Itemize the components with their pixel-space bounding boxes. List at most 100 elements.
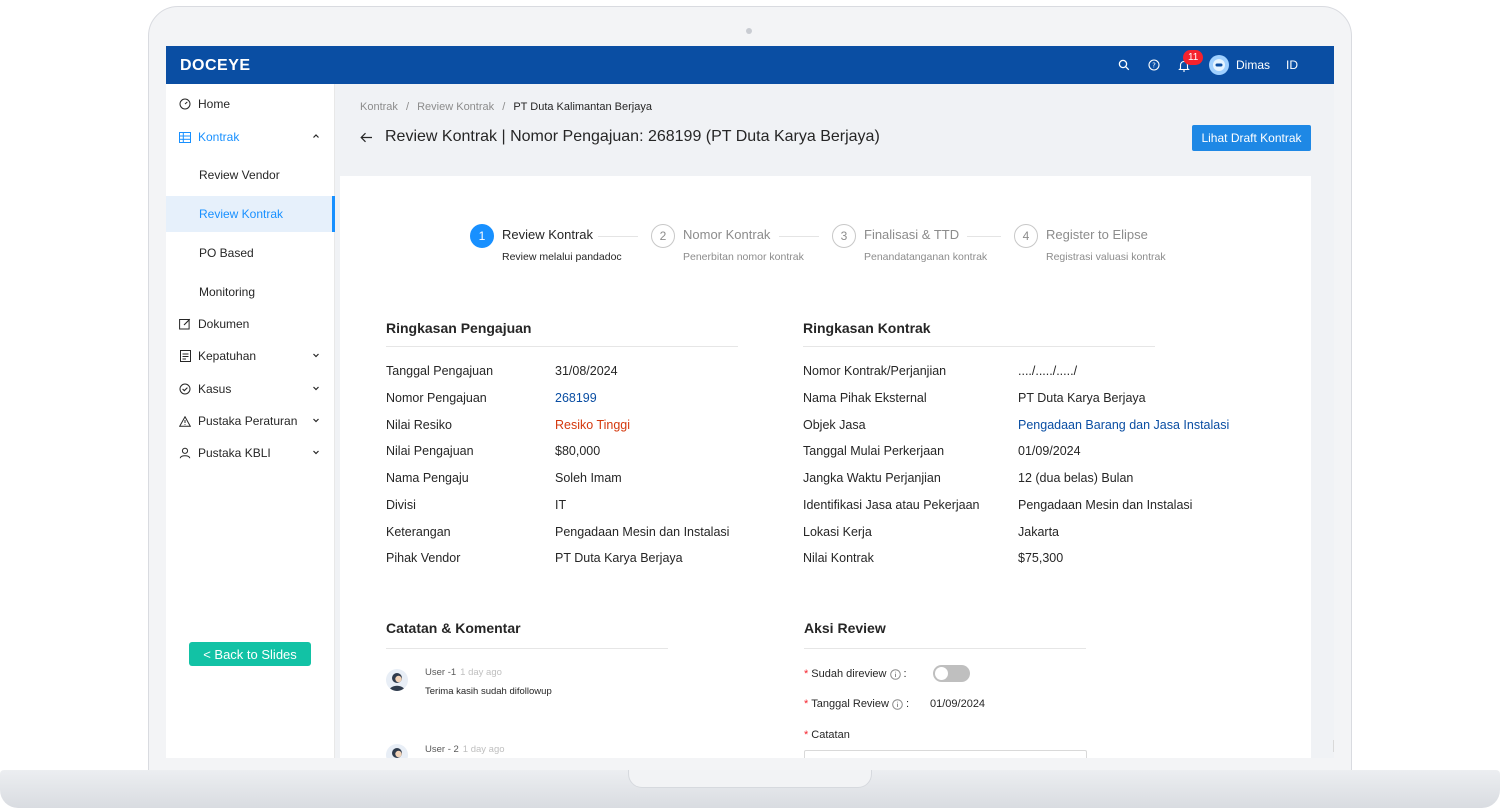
tanggal-review-value[interactable]: 01/09/2024 bbox=[930, 698, 985, 710]
field-label: Nomor Kontrak/Perjanjian bbox=[803, 364, 947, 378]
breadcrumb-kontrak[interactable]: Kontrak bbox=[360, 101, 398, 113]
field-label: Nomor Pengajuan bbox=[386, 391, 487, 405]
sidebar-item-kepatuhan[interactable]: Kepatuhan bbox=[166, 345, 335, 367]
sidebar-item-pustaka-kbli[interactable]: Pustaka KBLI bbox=[166, 442, 335, 464]
sidebar-item-label: Kontrak bbox=[198, 130, 240, 144]
breadcrumb-separator: / bbox=[405, 101, 410, 113]
field-label: Tanggal Mulai Perkerjaan bbox=[803, 444, 945, 458]
field-label: Pihak Vendor bbox=[386, 551, 461, 565]
sidebar-item-kontrak[interactable]: Kontrak bbox=[166, 126, 335, 148]
field-label: Nama Pengaju bbox=[386, 471, 469, 485]
sidebar-item-monitoring[interactable]: Monitoring bbox=[166, 274, 335, 310]
section-title-ringkasan-kontrak: Ringkasan Kontrak bbox=[803, 320, 931, 336]
notification-button[interactable]: 11 bbox=[1177, 50, 1204, 72]
sudah-direview-toggle[interactable] bbox=[933, 665, 970, 682]
arrow-left-icon[interactable] bbox=[360, 132, 373, 143]
field-label: Divisi bbox=[386, 498, 416, 512]
step-connector bbox=[967, 236, 1001, 237]
risk-value: Resiko Tinggi bbox=[555, 418, 631, 432]
sidebar-item-label: Kepatuhan bbox=[198, 349, 257, 363]
field-value: $80,000 bbox=[555, 444, 601, 458]
field-value: PT Duta Karya Berjaya bbox=[555, 551, 683, 565]
step-number: 1 bbox=[470, 224, 494, 248]
user-name: Dimas bbox=[1235, 58, 1270, 72]
sidebar-item-home[interactable]: Home bbox=[166, 93, 335, 115]
edit-icon bbox=[178, 317, 192, 331]
step-number: 4 bbox=[1014, 224, 1038, 248]
sidebar-item-review-vendor[interactable]: Review Vendor bbox=[166, 157, 335, 193]
chevron-down-icon bbox=[313, 386, 319, 391]
toggle-knob bbox=[935, 667, 948, 680]
field-label: Jangka Waktu Perjanjian bbox=[803, 471, 941, 485]
breadcrumb-review-kontrak[interactable]: Review Kontrak bbox=[417, 101, 494, 113]
help-icon[interactable]: ? bbox=[1147, 58, 1161, 72]
tanggal-review-label: * Tanggal Review : bbox=[804, 698, 909, 710]
back-to-slides-button[interactable]: < Back to Slides bbox=[189, 642, 311, 666]
required-mark: * bbox=[804, 729, 809, 741]
avatar bbox=[386, 669, 408, 691]
svg-text:?: ? bbox=[1152, 62, 1156, 70]
sidebar-item-kasus[interactable]: Kasus bbox=[166, 378, 335, 400]
field-value: 12 (dua belas) Bulan bbox=[1018, 471, 1134, 485]
scrollbar[interactable] bbox=[1333, 740, 1334, 752]
label-colon: : bbox=[903, 668, 907, 680]
app-logo[interactable]: DOCEYE bbox=[180, 57, 251, 75]
sidebar-item-pustaka-peraturan[interactable]: Pustaka Peraturan bbox=[166, 410, 335, 432]
field-label: Nilai Pengajuan bbox=[386, 444, 474, 458]
view-draft-button[interactable]: Lihat Draft Kontrak bbox=[1192, 125, 1311, 151]
chevron-down-icon bbox=[313, 418, 319, 423]
required-mark: * bbox=[804, 698, 809, 710]
catatan-label: * Catatan bbox=[804, 729, 850, 741]
check-circle-icon bbox=[178, 382, 192, 396]
user-avatar bbox=[1208, 55, 1229, 75]
sidebar-item-label: PO Based bbox=[199, 246, 254, 260]
sidebar-item-label: Pustaka KBLI bbox=[198, 446, 271, 460]
camera-dot bbox=[746, 28, 752, 34]
step-number: 3 bbox=[832, 224, 856, 248]
label-text: Sudah direview bbox=[811, 668, 887, 680]
comment-time: 1 day ago bbox=[460, 667, 502, 678]
user-menu[interactable]: Dimas bbox=[1208, 55, 1270, 75]
dashboard-icon bbox=[178, 97, 192, 111]
field-value: ..../...../...../ bbox=[1018, 364, 1078, 378]
section-title-ringkasan-pengajuan: Ringkasan Pengajuan bbox=[386, 320, 532, 336]
chevron-up-icon bbox=[313, 134, 319, 138]
section-divider bbox=[804, 648, 1086, 649]
person-photo-icon bbox=[392, 748, 402, 758]
breadcrumb: Kontrak / Review Kontrak / PT Duta Kalim… bbox=[360, 101, 652, 113]
sidebar-item-label: Review Vendor bbox=[199, 168, 280, 182]
field-value: Pengadaan Mesin dan Instalasi bbox=[555, 525, 730, 539]
person-photo-icon bbox=[389, 673, 405, 691]
sidebar-item-dokumen[interactable]: Dokumen bbox=[166, 313, 335, 335]
comment-author: User -1 bbox=[425, 667, 457, 678]
page-title: Review Kontrak | Nomor Pengajuan: 268199… bbox=[385, 128, 880, 145]
chevron-down-icon bbox=[313, 353, 319, 358]
chevron-down-icon bbox=[313, 450, 319, 455]
info-icon[interactable] bbox=[889, 668, 901, 680]
breadcrumb-separator: / bbox=[502, 101, 506, 113]
page-header: Review Kontrak | Nomor Pengajuan: 268199… bbox=[360, 128, 880, 146]
laptop-notch bbox=[628, 770, 872, 788]
step-description: Review melalui pandadoc bbox=[502, 251, 622, 263]
section-title-aksi-review: Aksi Review bbox=[804, 620, 886, 636]
catatan-textarea[interactable] bbox=[804, 750, 1087, 758]
field-label: Nilai Kontrak bbox=[803, 551, 874, 565]
objek-jasa-link[interactable]: Pengadaan Barang dan Jasa Instalasi bbox=[1018, 418, 1229, 432]
label-colon: : bbox=[905, 698, 909, 710]
sidebar-item-po-based[interactable]: PO Based bbox=[166, 235, 335, 271]
sidebar-item-review-kontrak[interactable]: Review Kontrak bbox=[166, 196, 335, 232]
search-icon[interactable] bbox=[1117, 58, 1131, 72]
section-title-catatan: Catatan & Komentar bbox=[386, 620, 521, 636]
field-value: Jakarta bbox=[1018, 525, 1059, 539]
review-card: 1 Review Kontrak Review melalui pandadoc… bbox=[340, 176, 1311, 758]
field-label: Identifikasi Jasa atau Pekerjaan bbox=[803, 498, 980, 512]
comment-time: 1 day ago bbox=[462, 744, 505, 755]
step-title: Nomor Kontrak bbox=[683, 227, 771, 242]
nomor-pengajuan-link[interactable]: 268199 bbox=[555, 391, 597, 405]
sidebar-item-label: Monitoring bbox=[199, 285, 256, 299]
field-value: PT Duta Karya Berjaya bbox=[1018, 391, 1146, 405]
language-switch[interactable]: ID bbox=[1286, 58, 1298, 72]
field-value: IT bbox=[555, 498, 567, 512]
step-description: Registrasi valuasi kontrak bbox=[1046, 251, 1166, 263]
info-icon[interactable] bbox=[892, 698, 903, 710]
